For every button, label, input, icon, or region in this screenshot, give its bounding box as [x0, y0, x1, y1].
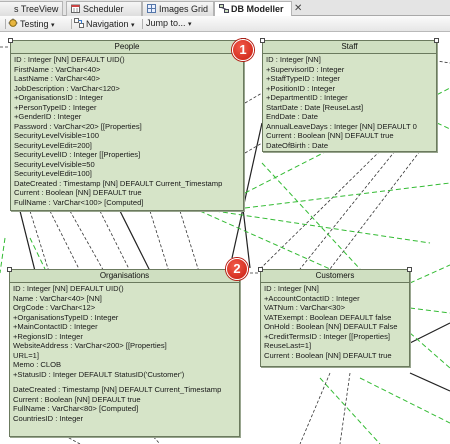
- entity-field[interactable]: ID : Integer [NN] DEFAULT UID(): [13, 284, 237, 294]
- jump-to-label: Jump to...: [146, 18, 186, 28]
- entity-field[interactable]: URL=1]: [13, 351, 237, 361]
- resize-handle[interactable]: [260, 38, 265, 43]
- entity-field[interactable]: ReuseLast=1]: [264, 341, 407, 351]
- entity-title: Customers: [261, 270, 409, 283]
- entity-field[interactable]: CountriesID : Integer: [13, 414, 237, 424]
- entity-field[interactable]: +PersonTypeID : Integer: [14, 103, 241, 113]
- entity-field[interactable]: OnHold : Boolean [NN] DEFAULT False: [264, 322, 407, 332]
- entity-field[interactable]: Current : Boolean [NN] DEFAULT true: [266, 131, 434, 141]
- entity-field[interactable]: SecurityLevelEdit=100]: [14, 169, 241, 179]
- navigation-menu-button[interactable]: Navigation ▾: [74, 18, 135, 30]
- entity-field[interactable]: DateCreated : Timestamp [NN] DEFAULT Cur…: [14, 179, 241, 189]
- entity-customers[interactable]: Customers ID : Integer [NN] +AccountCont…: [260, 269, 410, 367]
- entity-title: People: [11, 41, 243, 54]
- modeller-toolbar: Testing ▾ Navigation ▾ Jump to... ▾: [0, 16, 450, 32]
- entity-field[interactable]: +DepartmentID : Integer: [266, 93, 434, 103]
- navigation-icon: [74, 18, 84, 30]
- entity-field[interactable]: WebsiteAddress : VarChar<200> [[Properti…: [13, 341, 237, 351]
- entity-people[interactable]: People ID : Integer [NN] DEFAULT UID() F…: [10, 40, 244, 211]
- chevron-down-icon: ▾: [51, 22, 55, 29]
- entity-organisations[interactable]: Organisations ID : Integer [NN] DEFAULT …: [9, 269, 240, 437]
- scheduler-icon: [71, 4, 80, 13]
- entity-field[interactable]: ID : Integer [NN]: [266, 55, 434, 65]
- tab-treeview[interactable]: s TreeView: [0, 1, 63, 16]
- db-modeller-icon: [219, 4, 229, 13]
- entity-field[interactable]: Password : VarChar<20> [[Properties]: [14, 122, 241, 132]
- entity-field[interactable]: +PositionID : Integer: [266, 84, 434, 94]
- navigation-label: Navigation: [86, 19, 129, 29]
- document-tab-strip: s TreeView Scheduler Images Grid DB Mode…: [0, 0, 450, 17]
- entity-field[interactable]: VATNum : VarChar<30>: [264, 303, 407, 313]
- entity-title: Organisations: [10, 270, 239, 283]
- tab-label: DB Modeller: [231, 4, 284, 14]
- close-tab-icon[interactable]: ✕: [294, 3, 302, 14]
- entity-field[interactable]: SecurityLevelVisible=100: [14, 131, 241, 141]
- resize-handle[interactable]: [407, 267, 412, 272]
- chevron-down-icon: ▾: [131, 22, 135, 29]
- callout-badge-1: 1: [232, 39, 254, 61]
- resize-handle[interactable]: [258, 267, 263, 272]
- entity-field[interactable]: Current : Boolean [NN] DEFAULT true: [14, 188, 241, 198]
- tab-images-grid[interactable]: Images Grid: [142, 1, 214, 16]
- callout-badge-2: 2: [226, 258, 248, 280]
- entity-field-list: ID : Integer [NN] DEFAULT UID() Name : V…: [10, 283, 239, 423]
- entity-field[interactable]: +RegionsID : Integer: [13, 332, 237, 342]
- entity-field[interactable]: FirstName : VarChar<40>: [14, 65, 241, 75]
- entity-field[interactable]: Current : Boolean [NN] DEFAULT true: [264, 351, 407, 361]
- testing-label: Testing: [20, 19, 49, 29]
- entity-field[interactable]: +SupervisorID : Integer: [266, 65, 434, 75]
- entity-field[interactable]: +GenderID : Integer: [14, 112, 241, 122]
- entity-field[interactable]: +AccountContactID : Integer: [264, 294, 407, 304]
- entity-field[interactable]: +OrganisationsTypeID : Integer: [13, 313, 237, 323]
- entity-field[interactable]: +CreditTermsID : Integer [[Properties]: [264, 332, 407, 342]
- entity-field[interactable]: OrgCode : VarChar<12>: [13, 303, 237, 313]
- entity-field-list: ID : Integer [NN] DEFAULT UID() FirstNam…: [11, 54, 243, 207]
- entity-field[interactable]: DateCreated : Timestamp [NN] DEFAULT Cur…: [13, 385, 237, 395]
- tab-label: Images Grid: [159, 4, 209, 14]
- testing-menu-button[interactable]: Testing ▾: [8, 18, 55, 30]
- chevron-down-icon: ▾: [188, 21, 192, 28]
- entity-field[interactable]: FullName : VarChar<100> [Computed]: [14, 198, 241, 208]
- entity-field[interactable]: Memo : CLOB: [13, 360, 237, 370]
- entity-field[interactable]: SecurityLevelVisible=50: [14, 160, 241, 170]
- entity-field[interactable]: ID : Integer [NN] DEFAULT UID(): [14, 55, 241, 65]
- entity-field[interactable]: FullName : VarChar<80> [Computed]: [13, 404, 237, 414]
- resize-handle[interactable]: [7, 267, 12, 272]
- entity-field[interactable]: JobDescription : VarChar<120>: [14, 84, 241, 94]
- images-grid-icon: [147, 4, 156, 13]
- entity-title: Staff: [263, 41, 436, 54]
- db-diagram-canvas[interactable]: People ID : Integer [NN] DEFAULT UID() F…: [0, 33, 450, 444]
- entity-field-list: ID : Integer [NN] +SupervisorID : Intege…: [263, 54, 436, 150]
- entity-field[interactable]: Name : VarChar<40> [NN]: [13, 294, 237, 304]
- entity-field[interactable]: SecurityLevelID : Integer [[Properties]: [14, 150, 241, 160]
- entity-field[interactable]: +StaffTypeID : Integer: [266, 74, 434, 84]
- entity-field[interactable]: AnnualLeaveDays : Integer [NN] DEFAULT 0: [266, 122, 434, 132]
- tab-label: s TreeView: [14, 4, 59, 14]
- entity-field-list: ID : Integer [NN] +AccountContactID : In…: [261, 283, 409, 360]
- tab-db-modeller[interactable]: DB Modeller: [214, 1, 292, 17]
- resize-handle[interactable]: [434, 38, 439, 43]
- entity-field[interactable]: SecurityLevelEdit=200]: [14, 141, 241, 151]
- tab-scheduler[interactable]: Scheduler: [66, 1, 142, 16]
- jump-to-menu-button[interactable]: Jump to... ▾: [146, 18, 192, 28]
- tab-label: Scheduler: [83, 4, 124, 14]
- entity-field[interactable]: +MainContactID : Integer: [13, 322, 237, 332]
- entity-field[interactable]: Current : Boolean [NN] DEFAULT true: [13, 395, 237, 405]
- toolbar-separator: [5, 19, 6, 29]
- toolbar-separator: [71, 19, 72, 29]
- entity-field[interactable]: +OrganisationsID : Integer: [14, 93, 241, 103]
- toolbar-separator: [142, 19, 143, 29]
- entity-field[interactable]: ID : Integer [NN]: [264, 284, 407, 294]
- entity-field[interactable]: VATExempt : Boolean DEFAULT false: [264, 313, 407, 323]
- resize-handle[interactable]: [8, 38, 13, 43]
- testing-icon: [8, 18, 18, 30]
- entity-field[interactable]: LastName : VarChar<40>: [14, 74, 241, 84]
- entity-field[interactable]: StartDate : Date [ReuseLast]: [266, 103, 434, 113]
- entity-staff[interactable]: Staff ID : Integer [NN] +SupervisorID : …: [262, 40, 437, 152]
- tree-view-icon: [2, 4, 11, 13]
- entity-field[interactable]: DateOfBirth : Date: [266, 141, 434, 151]
- entity-field[interactable]: +StatusID : Integer DEFAULT StatusID('Cu…: [13, 370, 237, 380]
- entity-field[interactable]: EndDate : Date: [266, 112, 434, 122]
